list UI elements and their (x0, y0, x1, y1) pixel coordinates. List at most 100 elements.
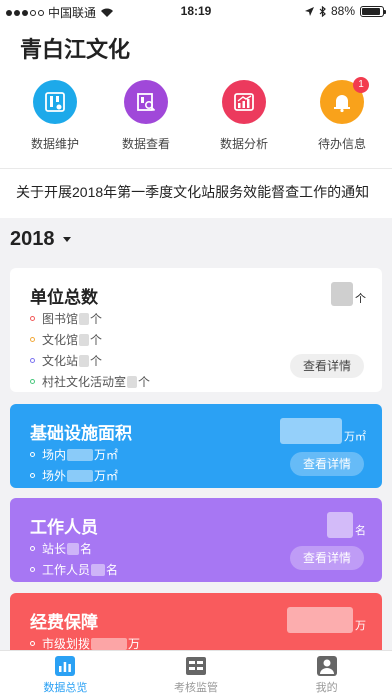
redacted-value (79, 312, 90, 325)
item-unit: 个 (90, 312, 103, 326)
item-label: 场内 (42, 448, 67, 462)
item-label: 文化站 (42, 354, 79, 368)
card-units: 单位总数 个 图书馆个 文化馆个 文化站个 村社文化活动室个 查看详情 (10, 268, 382, 392)
tab-overview[interactable]: 数据总览 (0, 651, 131, 696)
card-total: 万 (287, 607, 366, 633)
analytics-icon (222, 80, 266, 124)
item-label: 站长 (42, 542, 67, 556)
redacted-value (327, 512, 353, 538)
data-view-icon (124, 80, 168, 124)
total-unit: 万㎡ (344, 431, 366, 443)
location-arrow-icon (304, 6, 314, 16)
list-item: 村社文化活动室个 (30, 371, 150, 392)
item-label: 场外 (42, 469, 67, 483)
item-label: 工作人员 (42, 563, 91, 577)
tab-label: 数据总览 (43, 682, 88, 694)
todo-badge: 1 (353, 77, 369, 93)
bullet-icon (30, 316, 35, 321)
feature-label: 数据维护 (30, 137, 79, 151)
card-items: 场内 万㎡ 场外 万㎡ (30, 444, 118, 486)
redacted-value (287, 607, 353, 633)
database-maintenance-icon (33, 80, 77, 124)
card-title: 基础设施面积 (30, 424, 132, 443)
feature-todo[interactable]: 1 待办信息 (302, 77, 382, 152)
battery-level (362, 7, 380, 15)
card-title: 单位总数 (30, 288, 98, 307)
redacted-value (91, 637, 128, 650)
card-items: 站长名 工作人员 名 (30, 538, 118, 580)
item-unit: 名 (80, 542, 93, 556)
card-items: 图书馆个 文化馆个 文化站个 村社文化活动室个 (30, 308, 150, 392)
item-unit: 万㎡ (94, 469, 119, 483)
item-unit: 个 (90, 354, 103, 368)
bullet-icon (30, 641, 35, 646)
tab-mine[interactable]: 我的 (261, 651, 392, 696)
card-total: 万㎡ (280, 418, 366, 444)
view-details-button[interactable]: 查看详情 (290, 546, 364, 570)
item-label: 文化馆 (42, 333, 79, 347)
list-item: 文化站个 (30, 350, 150, 371)
calendar-icon (186, 657, 206, 675)
feature-label: 数据查看 (121, 137, 170, 151)
feature-data-maintenance[interactable]: 数据维护 (15, 80, 95, 152)
item-unit: 个 (90, 333, 103, 347)
status-bar: 中国联通 18:19 88% (0, 0, 392, 22)
bullet-icon (30, 358, 35, 363)
item-label: 图书馆 (42, 312, 79, 326)
notice-marquee[interactable]: 关于开展2018年第一季度文化站服务效能督查工作的通知 (16, 182, 392, 202)
list-item: 工作人员 名 (30, 559, 118, 580)
list-item: 站长名 (30, 538, 118, 559)
view-details-button[interactable]: 查看详情 (290, 452, 364, 476)
tab-bar: 数据总览 考核监管 我的 (0, 650, 392, 696)
bullet-icon (30, 379, 35, 384)
feature-data-analysis[interactable]: 数据分析 (204, 80, 284, 152)
list-item: 文化馆个 (30, 329, 150, 350)
card-total: 名 (327, 512, 366, 538)
list-item: 场外 万㎡ (30, 465, 118, 486)
redacted-value (79, 333, 90, 346)
user-icon (316, 656, 337, 676)
year-selector[interactable]: 2018 (10, 228, 71, 251)
card-title: 经费保障 (30, 613, 98, 632)
total-unit: 万 (355, 620, 366, 632)
bullet-icon (30, 546, 35, 551)
tab-label: 我的 (315, 682, 338, 694)
bullet-icon (30, 337, 35, 342)
item-unit: 个 (138, 375, 151, 389)
redacted-value (331, 282, 353, 306)
bullet-icon (30, 452, 35, 457)
battery-icon (360, 5, 386, 17)
header-panel: 青白江文化 数据维护 数据查看 数据分析 1 待办信息 关于开展2018年第一季… (0, 22, 392, 218)
bell-icon: 1 (320, 77, 369, 124)
feature-label: 数据分析 (219, 137, 268, 151)
redacted-value (127, 375, 138, 388)
feature-label: 待办信息 (317, 137, 366, 151)
battery-percent: 88% (330, 4, 355, 18)
list-item: 图书馆个 (30, 308, 150, 329)
bullet-icon (30, 473, 35, 478)
redacted-value (91, 563, 106, 576)
list-item: 场内 万㎡ (30, 444, 118, 465)
item-unit: 名 (106, 563, 119, 577)
card-staff: 工作人员 名 站长名 工作人员名 查看详情 (10, 498, 382, 582)
app-title: 青白江文化 (20, 37, 131, 62)
total-unit: 个 (355, 293, 366, 305)
item-label: 村社文化活动室 (42, 375, 127, 389)
redacted-value (67, 469, 94, 482)
bluetooth-icon (319, 5, 326, 17)
redacted-value (67, 448, 94, 461)
redacted-value (67, 542, 80, 555)
year-value: 2018 (10, 228, 55, 250)
feature-data-view[interactable]: 数据查看 (106, 80, 186, 152)
card-total: 个 (331, 282, 366, 306)
tab-label: 考核监管 (174, 682, 218, 694)
caret-down-icon (62, 237, 71, 242)
view-details-button[interactable]: 查看详情 (290, 354, 364, 378)
tab-assessment[interactable]: 考核监管 (131, 651, 262, 696)
chart-icon (55, 656, 76, 676)
redacted-value (79, 354, 90, 367)
card-title: 工作人员 (30, 518, 98, 537)
bullet-icon (30, 567, 35, 572)
item-unit: 万㎡ (94, 448, 119, 462)
divider (0, 168, 392, 169)
